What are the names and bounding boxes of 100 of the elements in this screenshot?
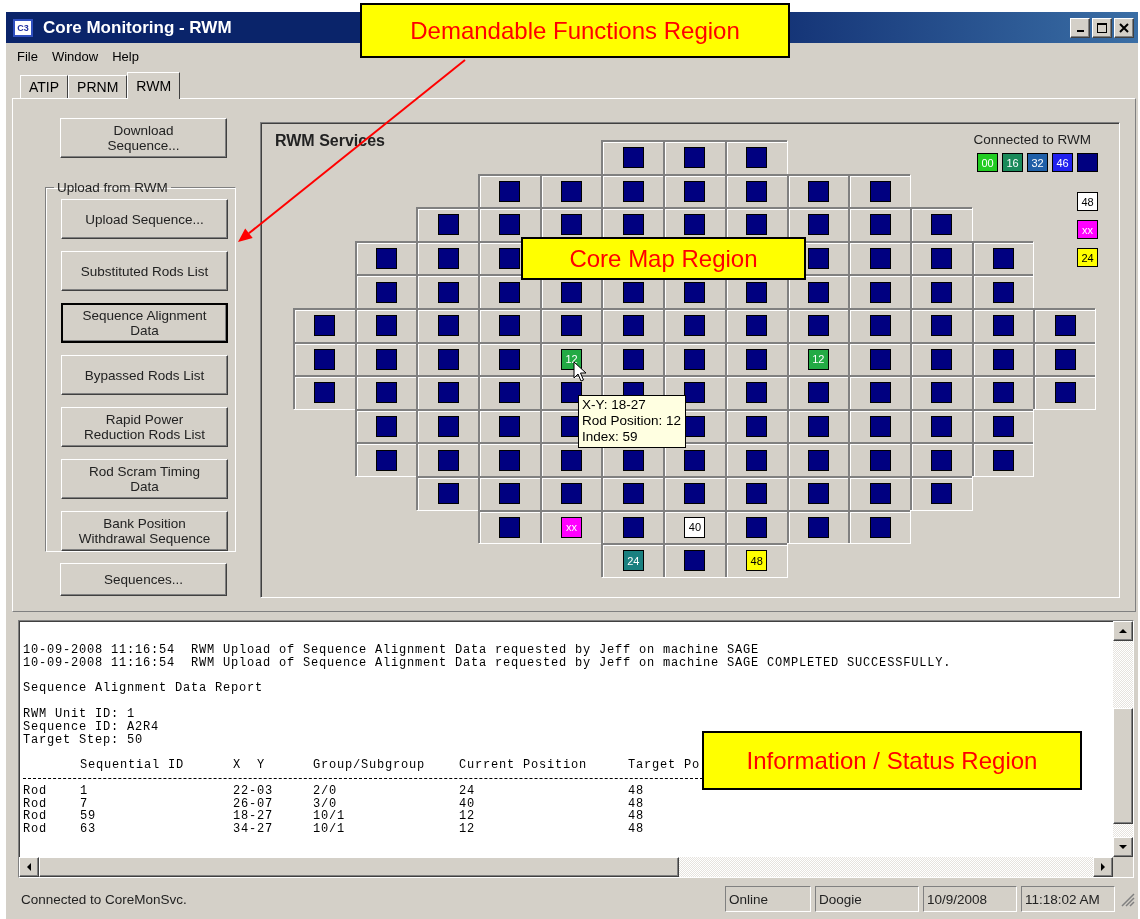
control-rod[interactable] (561, 449, 583, 471)
control-rod[interactable] (746, 382, 768, 404)
scroll-thumb[interactable] (39, 857, 679, 877)
control-rod[interactable] (684, 180, 706, 202)
control-rod[interactable] (684, 348, 706, 370)
control-rod[interactable] (437, 348, 459, 370)
control-rod[interactable] (437, 248, 459, 270)
scroll-left-button[interactable] (19, 857, 39, 877)
control-rod[interactable] (807, 483, 829, 505)
control-rod[interactable] (622, 348, 644, 370)
control-rod[interactable] (931, 416, 953, 438)
function-button[interactable]: Download Sequence... (60, 118, 227, 158)
close-button[interactable] (1114, 17, 1134, 38)
control-rod[interactable] (684, 147, 706, 169)
control-rod[interactable] (992, 382, 1014, 404)
control-rod[interactable] (869, 516, 891, 538)
control-rod[interactable] (314, 315, 336, 337)
control-rod[interactable] (746, 516, 768, 538)
function-button[interactable]: Bypassed Rods List (61, 355, 228, 395)
control-rod[interactable] (869, 214, 891, 236)
control-rod[interactable]: 24 (622, 550, 644, 572)
control-rod[interactable] (499, 348, 521, 370)
control-rod[interactable] (376, 416, 398, 438)
function-button[interactable]: Bank Position Withdrawal Sequence (61, 511, 228, 551)
function-button[interactable]: Upload Sequence... (61, 199, 228, 239)
control-rod[interactable] (499, 449, 521, 471)
control-rod[interactable] (561, 180, 583, 202)
control-rod[interactable] (684, 214, 706, 236)
control-rod[interactable] (1054, 348, 1076, 370)
control-rod[interactable] (314, 348, 336, 370)
maximize-button[interactable] (1092, 17, 1112, 38)
control-rod[interactable] (499, 248, 521, 270)
control-rod[interactable] (807, 516, 829, 538)
control-rod[interactable] (746, 315, 768, 337)
menu-item[interactable]: Window (44, 48, 106, 64)
control-rod[interactable] (746, 214, 768, 236)
control-rod[interactable] (746, 180, 768, 202)
control-rod[interactable] (684, 449, 706, 471)
control-rod[interactable] (437, 382, 459, 404)
control-rod[interactable] (869, 382, 891, 404)
control-rod[interactable] (437, 416, 459, 438)
control-rod[interactable] (684, 416, 706, 438)
control-rod[interactable] (499, 382, 521, 404)
control-rod[interactable] (684, 382, 706, 404)
control-rod[interactable] (992, 248, 1014, 270)
function-button[interactable]: Sequences... (60, 563, 227, 596)
control-rod[interactable] (622, 147, 644, 169)
control-rod[interactable] (869, 483, 891, 505)
function-button[interactable]: Rapid Power Reduction Rods List (61, 407, 228, 447)
control-rod[interactable] (561, 315, 583, 337)
control-rod[interactable] (376, 449, 398, 471)
control-rod[interactable]: 40 (684, 516, 706, 538)
control-rod[interactable] (561, 281, 583, 303)
control-rod[interactable]: 48 (746, 550, 768, 572)
control-rod[interactable] (1054, 315, 1076, 337)
control-rod[interactable] (807, 214, 829, 236)
control-rod[interactable] (869, 348, 891, 370)
control-rod[interactable] (1054, 382, 1076, 404)
control-rod[interactable] (992, 416, 1014, 438)
control-rod[interactable] (622, 281, 644, 303)
control-rod[interactable] (561, 483, 583, 505)
control-rod[interactable] (869, 248, 891, 270)
control-rod[interactable] (376, 315, 398, 337)
control-rod[interactable] (499, 315, 521, 337)
control-rod[interactable] (437, 281, 459, 303)
control-rod[interactable] (869, 180, 891, 202)
tab[interactable]: ATIP (20, 75, 69, 98)
control-rod[interactable] (437, 315, 459, 337)
control-rod[interactable] (314, 382, 336, 404)
control-rod[interactable] (684, 281, 706, 303)
control-rod[interactable] (931, 214, 953, 236)
control-rod[interactable] (869, 449, 891, 471)
control-rod[interactable] (931, 382, 953, 404)
control-rod[interactable] (622, 315, 644, 337)
control-rod[interactable] (499, 483, 521, 505)
control-rod[interactable] (807, 180, 829, 202)
control-rod[interactable] (931, 281, 953, 303)
control-rod[interactable] (561, 382, 583, 404)
control-rod[interactable] (992, 315, 1014, 337)
control-rod[interactable] (931, 315, 953, 337)
minimize-button[interactable] (1070, 17, 1090, 38)
control-rod[interactable] (437, 449, 459, 471)
control-rod[interactable] (746, 449, 768, 471)
menu-item[interactable]: File (10, 48, 45, 64)
control-rod[interactable] (622, 214, 644, 236)
control-rod[interactable] (931, 248, 953, 270)
control-rod[interactable] (746, 281, 768, 303)
tab[interactable]: PRNM (68, 75, 128, 98)
control-rod[interactable] (807, 382, 829, 404)
control-rod[interactable] (684, 550, 706, 572)
control-rod[interactable] (807, 281, 829, 303)
control-rod[interactable] (499, 281, 521, 303)
control-rod[interactable] (992, 281, 1014, 303)
tab[interactable]: RWM (127, 72, 181, 99)
control-rod[interactable] (622, 180, 644, 202)
control-rod[interactable] (746, 416, 768, 438)
scroll-down-button[interactable] (1113, 837, 1133, 857)
control-rod[interactable] (376, 348, 398, 370)
control-rod[interactable] (869, 315, 891, 337)
control-rod[interactable] (376, 248, 398, 270)
